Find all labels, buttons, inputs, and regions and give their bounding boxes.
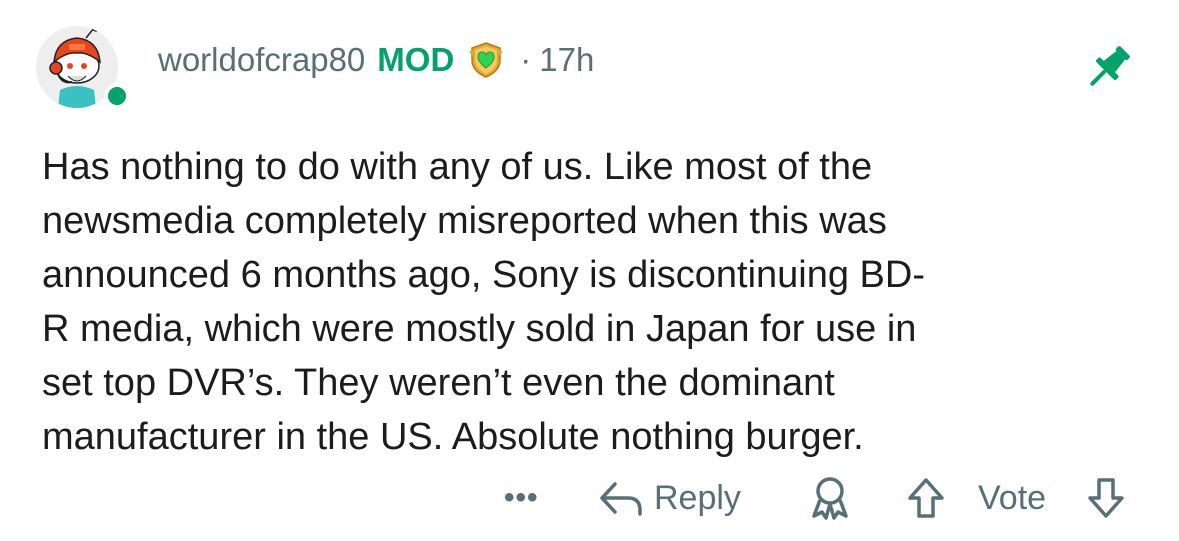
more-options-button[interactable]: ••• xyxy=(504,470,539,526)
online-status-dot xyxy=(104,83,130,109)
username-link[interactable]: worldofcrap80 xyxy=(158,41,365,79)
comment-line: Has nothing to do with any of us. Like m… xyxy=(42,146,873,188)
timestamp: 17h xyxy=(539,41,595,78)
downvote-arrow-icon xyxy=(1088,478,1124,518)
award-icon xyxy=(812,477,848,520)
more-options-icon: ••• xyxy=(504,481,539,514)
comment-body: Has nothing to do with any of us. Like m… xyxy=(42,140,1142,464)
comment-line: R media, which were mostly sold in Japan… xyxy=(42,308,917,350)
comment-line: newsmedia completely misreported when th… xyxy=(42,200,887,242)
meta-separator: · xyxy=(520,41,532,78)
reply-button[interactable]: Reply xyxy=(598,470,741,526)
comment-line: announced 6 months ago, Sony is disconti… xyxy=(42,254,925,296)
downvote-button[interactable] xyxy=(1086,470,1126,526)
comment-line: set top DVR’s. They weren’t even the dom… xyxy=(42,362,835,404)
upvote-button[interactable] xyxy=(906,470,946,526)
comment-actions-bar: ••• Reply Vote xyxy=(0,470,1179,526)
mod-badge: MOD xyxy=(377,41,455,78)
pin-icon[interactable] xyxy=(1080,40,1136,96)
mod-shield-heart-icon xyxy=(469,42,504,78)
vote-count: Vote xyxy=(978,478,1047,517)
reply-label: Reply xyxy=(654,478,741,517)
upvote-arrow-icon xyxy=(908,478,944,518)
reply-arrow-icon xyxy=(600,482,642,516)
comment-header: worldofcrap80 MOD · 17h xyxy=(158,38,594,82)
award-button[interactable] xyxy=(808,470,852,526)
comment-line: manufacturer in the US. Absolute nothing… xyxy=(42,416,864,458)
